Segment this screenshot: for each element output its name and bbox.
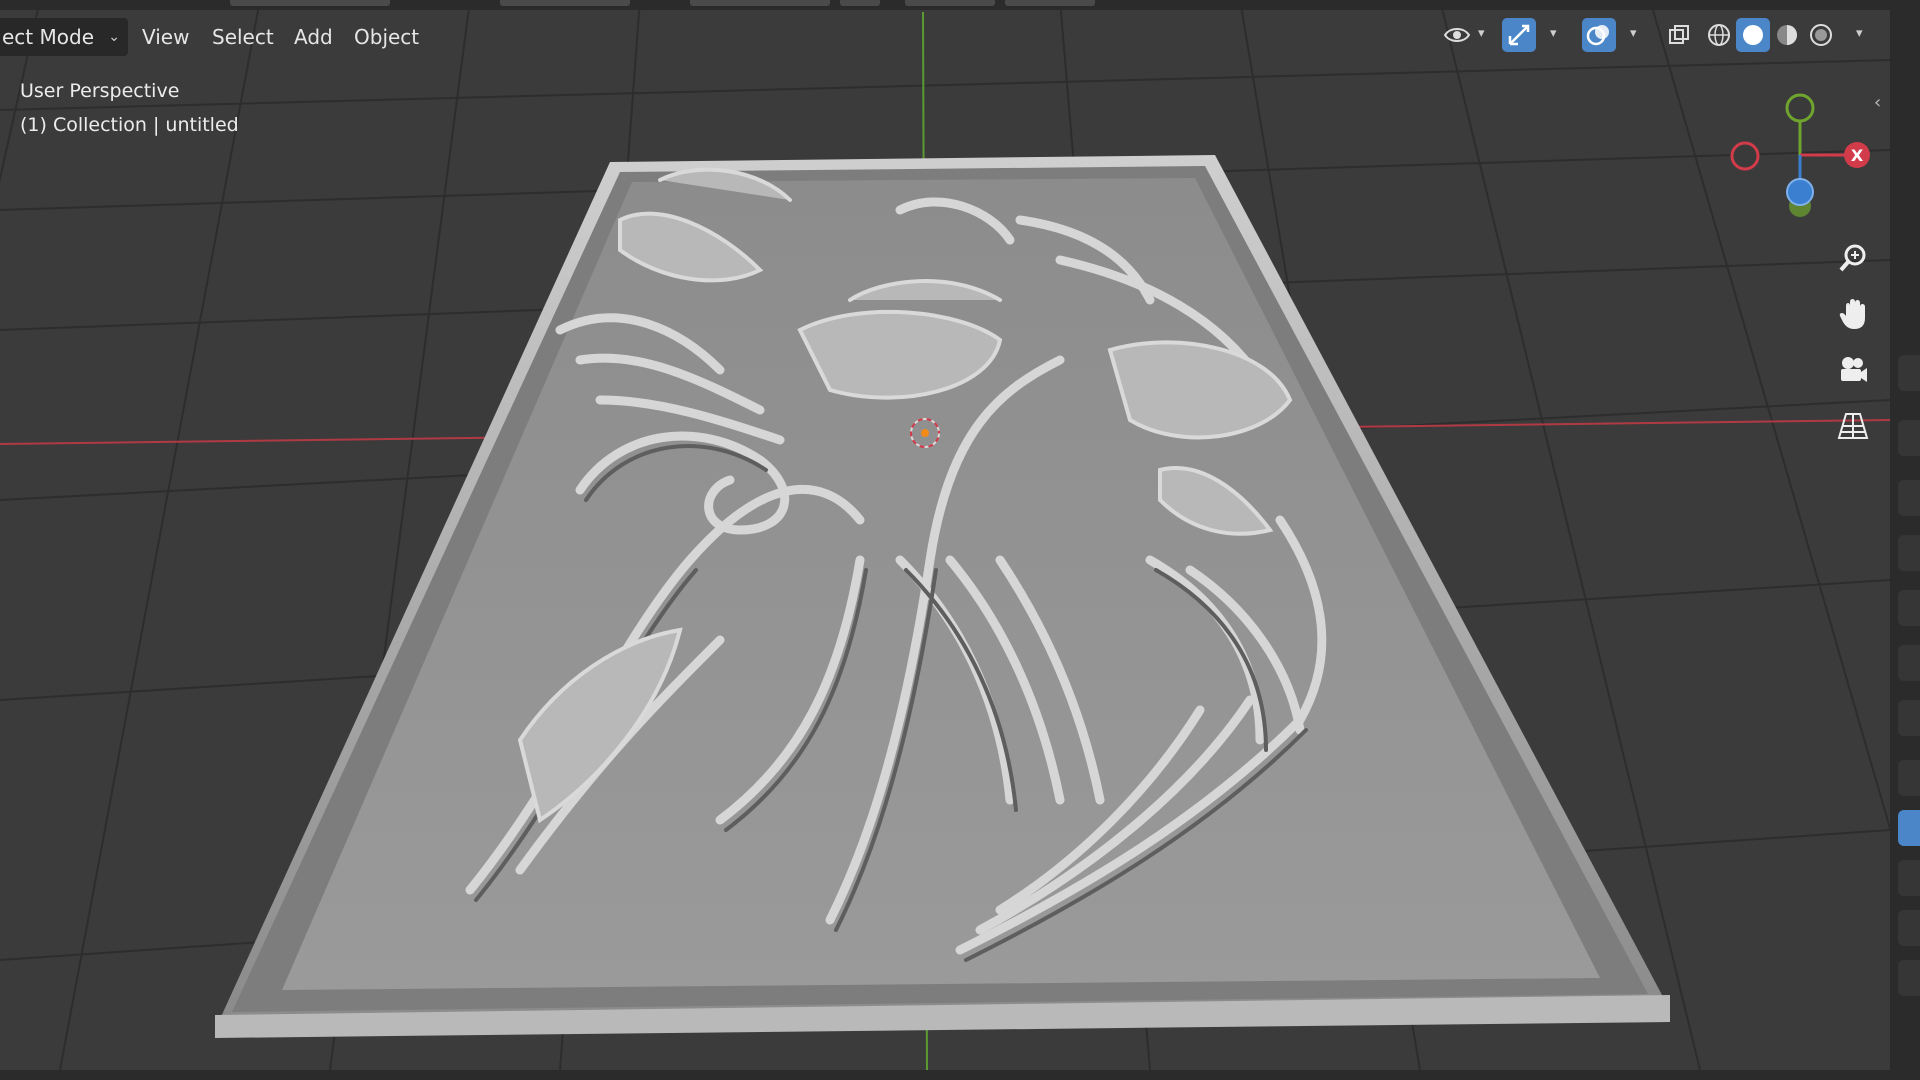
perspective-label: User Perspective [20,80,180,102]
rendered-shading-icon[interactable] [1804,18,1838,52]
object-tab-icon[interactable] [1898,760,1920,796]
data-tab-icon[interactable] [1898,960,1920,996]
scene-tab-icon[interactable] [1898,590,1920,626]
view-layer-tab-icon[interactable] [1898,535,1920,571]
visibility-icon[interactable] [1440,18,1474,52]
chevron-down-icon[interactable]: ▾ [1630,26,1637,41]
menu-select[interactable]: Select [202,18,284,56]
chevron-down-icon[interactable]: ▾ [1856,26,1863,41]
perspective-grid-icon[interactable] [1831,404,1875,448]
collection-label: (1) Collection | untitled [20,114,239,136]
bottom-status-strip [0,1070,1920,1080]
menu-object[interactable]: Object [344,18,429,56]
render-tab-icon[interactable] [1898,420,1920,456]
output-tab-icon[interactable] [1898,480,1920,516]
physics-tab-icon[interactable] [1898,860,1920,896]
menu-view[interactable]: View [132,18,199,56]
constraints-tab-icon[interactable] [1898,910,1920,946]
world-tab-icon[interactable] [1898,645,1920,681]
modifier-tab-icon[interactable] [1898,810,1920,846]
wireframe-shading-icon[interactable] [1702,18,1736,52]
xray-icon[interactable] [1662,18,1696,52]
x-axis-label: X [1851,146,1864,165]
mode-selector[interactable]: ect Mode ⌄ [0,18,128,56]
camera-icon[interactable] [1831,348,1875,392]
chevron-down-icon[interactable]: ▾ [1550,26,1557,41]
properties-tab-strip [1890,0,1920,1080]
viewport-toolbar: ▾ ▾ ▾ ▾ [1440,18,1880,58]
3d-viewport[interactable]: ect Mode ⌄ View Select Add Object User P… [0,0,1890,1070]
gizmo-icon[interactable] [1502,18,1536,52]
collection-tab-icon[interactable] [1898,700,1920,736]
chevron-down-icon[interactable]: ▾ [1478,26,1485,41]
overlays-icon[interactable] [1582,18,1616,52]
chevron-down-icon: ⌄ [108,29,120,45]
top-header-strip [0,0,1890,10]
chevron-left-icon[interactable]: ‹ [1874,92,1881,113]
zoom-icon[interactable] [1831,236,1875,280]
material-shading-icon[interactable] [1770,18,1804,52]
navigation-gizmo[interactable]: X [1720,84,1880,224]
solid-shading-icon[interactable] [1736,18,1770,52]
tool-tab-icon[interactable] [1898,355,1920,391]
menu-add[interactable]: Add [284,18,343,56]
hand-pan-icon[interactable] [1831,292,1875,336]
viewport-canvas[interactable] [0,0,1890,1070]
mode-label: ect Mode [2,25,94,49]
